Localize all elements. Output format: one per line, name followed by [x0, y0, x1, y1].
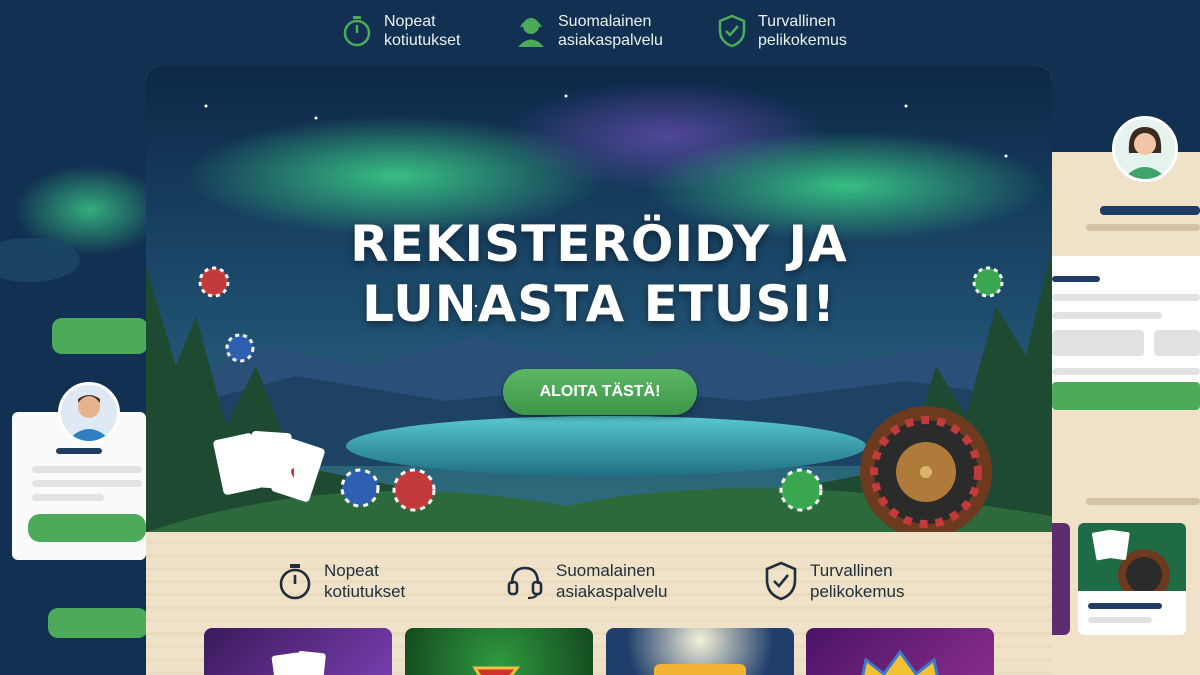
game-tile-cards[interactable]	[204, 628, 392, 675]
headset-icon	[507, 566, 543, 600]
top-feature-line1: Nopeat	[384, 13, 436, 30]
shield-check-icon	[765, 561, 797, 601]
top-feature-line1: Suomalainen	[558, 13, 652, 30]
lucky-seven-thumbnail	[472, 666, 521, 675]
form-submit-button[interactable]	[1052, 382, 1200, 410]
avatar-female	[1112, 116, 1178, 182]
main-promo-card: REKISTERÖIDY JA LUNASTA ETUSI! ALOITA TÄ…	[146, 66, 1052, 675]
side-green-button[interactable]	[48, 608, 148, 638]
form-detail-line	[1052, 312, 1162, 319]
top-feature-finnish-support: Suomalainen asiakaspalvelu	[516, 12, 663, 50]
top-feature-line2: asiakaspalvelu	[558, 32, 663, 49]
profile-detail-line	[32, 466, 142, 473]
hero-title-line1: REKISTERÖIDY JA	[350, 215, 848, 273]
support-agent-icon	[518, 18, 544, 47]
shield-check-icon	[718, 14, 746, 48]
side-game-tile[interactable]	[1078, 523, 1186, 635]
feature-line1: Suomalainen	[556, 561, 656, 580]
aurora-background	[0, 165, 150, 282]
feature-line2: asiakaspalvelu	[556, 582, 668, 601]
panel-detail-line	[1086, 498, 1200, 505]
tile-title-line	[1088, 603, 1162, 609]
game-tile-sevens[interactable]	[405, 628, 593, 675]
side-green-button[interactable]	[52, 318, 148, 354]
stopwatch-icon	[279, 564, 311, 600]
panel-detail-line	[1086, 224, 1200, 231]
person-icon	[67, 395, 111, 441]
panel-form	[1052, 256, 1200, 410]
feature-finnish-support: Suomalainen asiakaspalvelu	[506, 560, 668, 602]
crown-icon	[861, 649, 939, 675]
feature-line2: kotiutukset	[324, 582, 406, 601]
top-feature-line2: kotiutukset	[384, 32, 461, 49]
feature-line1: Nopeat	[324, 561, 379, 580]
form-label-line	[1052, 276, 1100, 282]
moon-slot-thumbnail	[654, 664, 746, 675]
stopwatch-icon	[343, 16, 371, 47]
form-input[interactable]	[1052, 330, 1144, 356]
game-tile-moon[interactable]	[606, 628, 794, 675]
feature-safe-gaming: Turvallinen pelikokemus	[764, 560, 905, 602]
top-feature-line2: pelikokemus	[758, 32, 847, 49]
roulette-cards-thumbnail	[1078, 523, 1186, 601]
person-icon	[1123, 127, 1167, 179]
profile-name-line	[56, 448, 102, 454]
top-feature-safe-gaming: Turvallinen pelikokemus	[718, 12, 847, 50]
profile-detail-line	[32, 494, 104, 501]
form-detail-line	[1052, 294, 1200, 301]
feature-line1: Turvallinen	[810, 561, 893, 580]
hero-title-line2: LUNASTA ETUSI!	[362, 275, 836, 333]
start-here-button[interactable]: ALOITA TÄSTÄ!	[503, 369, 697, 415]
playing-cards-thumbnail	[271, 650, 326, 675]
avatar-male	[58, 382, 120, 444]
profile-card-button[interactable]	[28, 514, 146, 542]
panel-name-line	[1100, 206, 1200, 215]
top-feature-line1: Turvallinen	[758, 13, 836, 30]
hero-title: REKISTERÖIDY JA LUNASTA ETUSI!	[146, 214, 1052, 334]
tile-detail-line	[1088, 617, 1152, 623]
feature-line2: pelikokemus	[810, 582, 905, 601]
game-tile-crown[interactable]	[806, 628, 994, 675]
form-input[interactable]	[1154, 330, 1200, 356]
top-feature-fast-withdrawals: Nopeat kotiutukset	[342, 12, 460, 50]
form-detail-line	[1052, 368, 1200, 375]
feature-fast-withdrawals: Nopeat kotiutukset	[278, 560, 405, 602]
profile-detail-line	[32, 480, 142, 487]
